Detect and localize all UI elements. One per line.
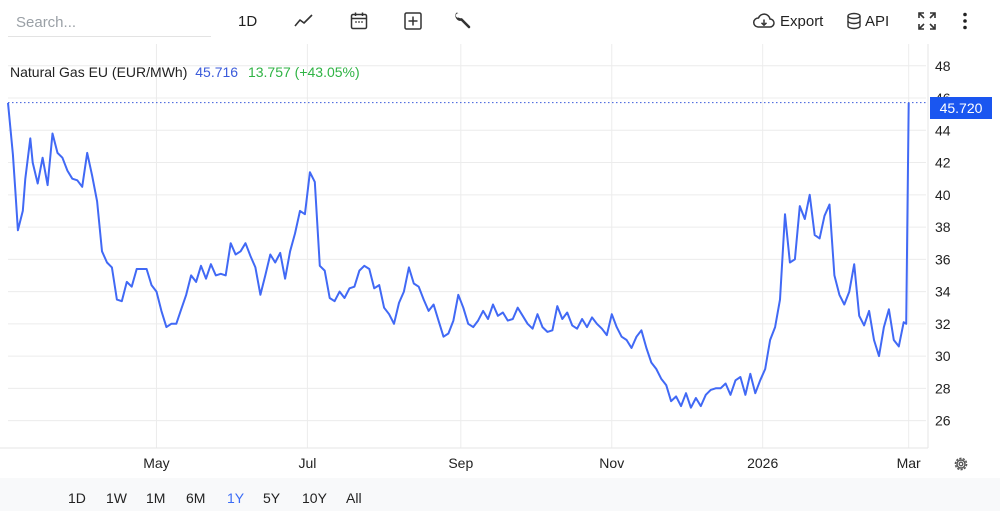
legend-value: 45.716 bbox=[195, 64, 239, 80]
legend-change: 13.757 (+43.05%) bbox=[247, 64, 360, 80]
export-button[interactable]: Export bbox=[752, 8, 823, 34]
calendar-icon[interactable] bbox=[348, 8, 370, 34]
api-button[interactable]: API bbox=[846, 8, 889, 34]
x-tick-label: Mar bbox=[897, 455, 921, 471]
range-button-10y[interactable]: 10Y bbox=[302, 490, 327, 506]
x-tick-label: Sep bbox=[448, 455, 473, 471]
gear-icon[interactable] bbox=[951, 454, 971, 474]
chart-legend: Natural Gas EU (EUR/MWh) 45.716 13.757 (… bbox=[10, 64, 360, 80]
x-tick-label: Nov bbox=[599, 455, 624, 471]
search-input[interactable] bbox=[8, 9, 211, 37]
y-tick-label: 28 bbox=[935, 380, 951, 396]
price-chart[interactable]: 262830323436384042444648MayJulSepNov2026… bbox=[0, 44, 1000, 478]
x-tick-label: 2026 bbox=[747, 455, 778, 471]
range-selector: 1D 1W 1M 6M 1Y 5Y 10Y All bbox=[0, 478, 1000, 511]
wrench-icon[interactable] bbox=[452, 8, 474, 34]
y-tick-label: 30 bbox=[935, 348, 951, 364]
line-chart-icon[interactable] bbox=[292, 8, 316, 34]
x-tick-label: Jul bbox=[298, 455, 316, 471]
interval-button[interactable]: 1D bbox=[238, 8, 257, 34]
y-tick-label: 26 bbox=[935, 413, 951, 429]
database-icon bbox=[847, 12, 861, 30]
range-button-1m[interactable]: 1M bbox=[146, 490, 165, 506]
add-box-icon[interactable] bbox=[402, 8, 424, 34]
more-vertical-icon[interactable] bbox=[956, 8, 974, 34]
export-label: Export bbox=[780, 12, 824, 30]
range-button-1y[interactable]: 1Y bbox=[227, 490, 244, 506]
range-button-all[interactable]: All bbox=[346, 490, 362, 506]
y-tick-label: 36 bbox=[935, 251, 951, 267]
toolbar: 1D Export API bbox=[0, 0, 1000, 44]
y-tick-label: 34 bbox=[935, 284, 951, 300]
range-button-1d[interactable]: 1D bbox=[68, 490, 86, 506]
x-tick-label: May bbox=[143, 455, 169, 471]
range-button-5y[interactable]: 5Y bbox=[263, 490, 280, 506]
y-tick-label: 32 bbox=[935, 316, 951, 332]
last-price-tag: 45.720 bbox=[930, 97, 992, 119]
api-label: API bbox=[865, 12, 890, 30]
range-button-6m[interactable]: 6M bbox=[186, 490, 205, 506]
y-tick-label: 44 bbox=[935, 122, 951, 138]
y-tick-label: 42 bbox=[935, 155, 951, 171]
cloud-download-icon bbox=[753, 13, 775, 28]
legend-name: Natural Gas EU (EUR/MWh) bbox=[10, 64, 188, 80]
y-tick-label: 38 bbox=[935, 219, 951, 235]
y-tick-label: 40 bbox=[935, 187, 951, 203]
series-line bbox=[7, 102, 910, 409]
range-button-1w[interactable]: 1W bbox=[106, 490, 127, 506]
fullscreen-icon[interactable] bbox=[916, 8, 938, 34]
y-tick-label: 48 bbox=[935, 58, 951, 74]
